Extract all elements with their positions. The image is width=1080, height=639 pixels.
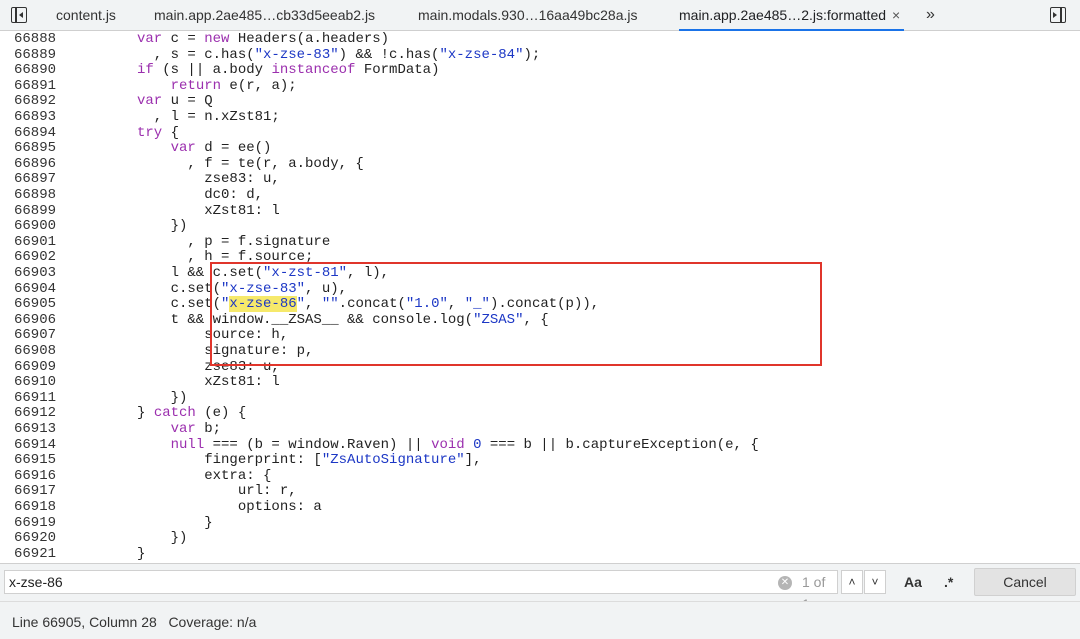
status-bar: Line 66905, Column 28 Coverage: n/a: [0, 601, 1080, 639]
tab-label: content.js: [56, 7, 116, 23]
code-text: xZst81: l: [137, 202, 280, 219]
code-text: fingerprint: ["ZsAutoSignature"],: [137, 452, 482, 469]
code-text: , p = f.signature: [137, 233, 331, 250]
clear-search-icon[interactable]: ✕: [778, 576, 792, 590]
code-text: }): [137, 530, 188, 547]
annotation-box: [210, 262, 822, 366]
line-number[interactable]: 66916: [0, 468, 56, 485]
search-input[interactable]: x-zse-86 ✕ 1 of 1: [4, 570, 838, 612]
code-text: }: [137, 514, 213, 531]
code-text: }): [137, 218, 188, 235]
line-number[interactable]: 66915: [0, 453, 56, 469]
line-number[interactable]: 66911: [0, 390, 56, 407]
code-text: return e(r, a);: [170, 77, 297, 94]
line-number[interactable]: 66890: [0, 63, 56, 79]
line-number[interactable]: 66908: [0, 343, 56, 360]
close-tab-icon[interactable]: ×: [892, 0, 900, 30]
more-tabs-icon[interactable]: »: [926, 0, 935, 31]
line-number[interactable]: 66901: [0, 234, 56, 251]
tab-main-app-js[interactable]: main.app.2ae485…cb33d5eeab2.js: [154, 0, 375, 31]
line-number[interactable]: 66888: [0, 31, 56, 48]
code-text: var b;: [170, 421, 222, 437]
previous-match-button[interactable]: ˄: [841, 570, 863, 594]
line-number[interactable]: 66900: [0, 219, 56, 235]
code-text: extra: {: [137, 467, 272, 484]
line-number[interactable]: 66902: [0, 250, 56, 266]
toggle-debugger-icon[interactable]: [1050, 7, 1066, 23]
line-number[interactable]: 66899: [0, 203, 56, 220]
code-text: var u = Q: [137, 93, 213, 110]
line-number[interactable]: 66897: [0, 172, 56, 188]
code-text: , s = c.has("x-zse-83") && !c.has("x-zse…: [137, 46, 541, 63]
line-number[interactable]: 66913: [0, 421, 56, 438]
line-number[interactable]: 66906: [0, 312, 56, 329]
code-text: , l = n.xZst81;: [137, 109, 280, 125]
line-number[interactable]: 66921: [0, 546, 56, 563]
code-text: try {: [137, 124, 180, 141]
code-text: dc0: d,: [137, 187, 264, 203]
code-text: zse83: u,: [137, 171, 280, 188]
code-text: null === (b = window.Raven) || void 0 ==…: [170, 436, 759, 453]
code-text: var d = ee(): [170, 140, 272, 157]
code-text: options: a: [137, 499, 322, 515]
line-number[interactable]: 66919: [0, 515, 56, 532]
code-text: xZst81: l: [137, 374, 280, 391]
line-number[interactable]: 66905: [0, 297, 56, 313]
line-number[interactable]: 66918: [0, 499, 56, 516]
line-number[interactable]: 66893: [0, 109, 56, 126]
code-text: var c = new Headers(a.headers): [137, 31, 390, 47]
line-number[interactable]: 66889: [0, 47, 56, 64]
line-number[interactable]: 66910: [0, 375, 56, 391]
code-text: url: r,: [137, 483, 297, 500]
regex-button[interactable]: .*: [944, 572, 953, 592]
code-text: , f = te(r, a.body, {: [137, 155, 364, 172]
tab-label: main.app.2ae485…2.js:formatted: [679, 7, 887, 23]
toggle-navigator-icon[interactable]: [11, 7, 27, 23]
line-number[interactable]: 66909: [0, 359, 56, 376]
tab-main-app-formatted[interactable]: main.app.2ae485…2.js:formatted ×: [679, 0, 905, 31]
tab-content-js[interactable]: content.js: [56, 0, 116, 31]
line-number[interactable]: 66891: [0, 78, 56, 95]
line-number[interactable]: 66903: [0, 265, 56, 282]
line-number[interactable]: 66914: [0, 437, 56, 454]
line-number[interactable]: 66898: [0, 187, 56, 204]
line-number[interactable]: 66907: [0, 328, 56, 344]
line-number[interactable]: 66895: [0, 141, 56, 157]
line-number[interactable]: 66892: [0, 94, 56, 110]
line-number[interactable]: 66917: [0, 484, 56, 500]
tab-main-modals-js[interactable]: main.modals.930…16aa49bc28a.js: [418, 0, 637, 31]
next-match-button[interactable]: ˅: [864, 570, 886, 594]
editor-tab-bar: content.js main.app.2ae485…cb33d5eeab2.j…: [0, 0, 1080, 31]
code-text: if (s || a.body instanceof FormData): [137, 62, 440, 79]
code-text: }: [137, 545, 146, 562]
code-text: }): [137, 389, 188, 406]
tab-label: main.modals.930…16aa49bc28a.js: [418, 7, 638, 23]
cursor-position: Line 66905, Column 28 Coverage: n/a: [12, 614, 257, 630]
line-number[interactable]: 66896: [0, 156, 56, 173]
line-number[interactable]: 66912: [0, 406, 56, 422]
tab-label: main.app.2ae485…cb33d5eeab2.js: [154, 7, 376, 23]
line-number[interactable]: 66920: [0, 531, 56, 547]
search-bar: x-zse-86 ✕ 1 of 1 ˄ ˅ Aa .* Cancel: [0, 563, 1080, 612]
line-number[interactable]: 66894: [0, 125, 56, 142]
code-text: } catch (e) {: [137, 405, 247, 422]
match-case-button[interactable]: Aa: [904, 572, 922, 592]
search-value: x-zse-86: [9, 574, 63, 590]
cancel-button[interactable]: Cancel: [974, 568, 1076, 596]
line-number[interactable]: 66904: [0, 281, 56, 298]
